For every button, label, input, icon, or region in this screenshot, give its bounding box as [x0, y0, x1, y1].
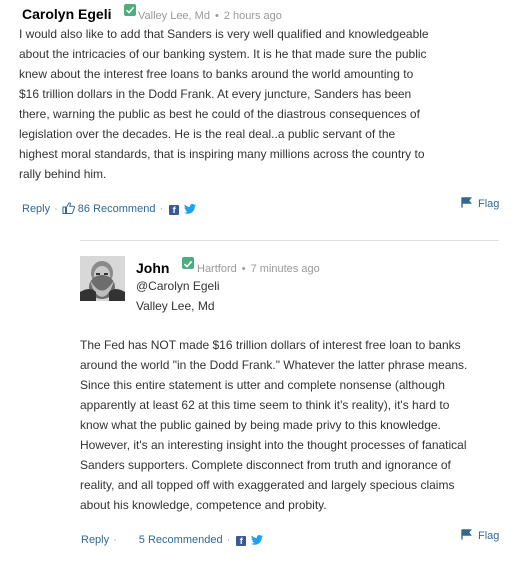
comment-location: Valley Lee, Md — [138, 10, 210, 22]
flag-icon — [461, 197, 472, 208]
recommend-button[interactable]: 86 Recommend — [78, 203, 156, 215]
recommend-button[interactable]: 5 Recommended — [139, 534, 223, 546]
comment-line: I would also like to add that Sanders is… — [19, 27, 429, 41]
comment-line: The Fed has NOT made $16 trillion dollar… — [80, 338, 461, 352]
comment-time: 2 hours ago — [223, 10, 282, 22]
comment-line: about his knowledge, competence and prob… — [80, 498, 327, 512]
reply-to-user[interactable]: @Carolyn Egeli — [136, 279, 220, 293]
comment-author[interactable]: John — [136, 260, 169, 276]
comment-line: about the intricacies of our banking sys… — [19, 47, 427, 61]
comment-line: knew about the interest free loans to ba… — [19, 67, 414, 81]
comment-time: 7 minutes ago — [250, 263, 320, 275]
comment-line: However, it's an interesting insight int… — [80, 438, 467, 452]
meta-separator: • — [214, 10, 219, 22]
comment-meta: Valley Lee, Md • 2 hours ago — [138, 10, 282, 22]
comment-body: The Fed has NOT made $16 trillion dollar… — [80, 335, 500, 515]
comment-line: there, warning the public as best he cou… — [19, 107, 420, 121]
flag-button[interactable]: Flag — [461, 197, 499, 210]
thumbs-up-icon[interactable] — [62, 202, 75, 217]
meta-separator: • — [241, 263, 246, 275]
comment-location: Hartford — [197, 263, 237, 275]
comment-actions: Reply · 86 Recommend · f — [22, 202, 197, 217]
action-separator: · — [226, 534, 231, 546]
comment-author[interactable]: Carolyn Egeli — [22, 6, 111, 22]
comment-line: Since this entire statement is utter and… — [80, 378, 445, 392]
action-separator: · — [113, 534, 117, 546]
comment-line: know what the public gained by being mad… — [80, 418, 441, 432]
comment-line: highest moral standards, that is inspiri… — [19, 147, 425, 161]
verified-check-icon — [182, 257, 194, 269]
action-separator: · — [54, 203, 58, 215]
comment-line: $16 trillion dollars in the Dodd Frank. … — [19, 87, 412, 101]
comment-actions: Reply · 5 Recommended · f — [81, 534, 264, 548]
reply-divider — [80, 240, 499, 241]
reply-button[interactable]: Reply — [22, 203, 50, 215]
flag-icon — [461, 529, 472, 540]
flag-label: Flag — [478, 198, 500, 210]
avatar[interactable] — [80, 256, 125, 301]
reply-to-location: Valley Lee, Md — [136, 299, 215, 313]
twitter-icon[interactable] — [251, 535, 264, 548]
comment-body: I would also like to add that Sanders is… — [19, 24, 459, 184]
comment-line: reality, and all topped off with exagger… — [80, 478, 455, 492]
action-separator: · — [159, 203, 164, 215]
twitter-icon[interactable] — [184, 204, 197, 217]
comment-line: legislation over the decades. He is the … — [19, 127, 396, 141]
reply-button[interactable]: Reply — [81, 534, 109, 546]
flag-label: Flag — [478, 530, 500, 542]
comment-meta: Hartford • 7 minutes ago — [197, 263, 320, 275]
facebook-icon[interactable]: f — [169, 205, 180, 215]
comment-line: rally behind him. — [19, 167, 107, 181]
comment-line: around the world "in the Dodd Frank." Wh… — [80, 358, 468, 372]
flag-button[interactable]: Flag — [461, 529, 499, 542]
comment-line: Sanders supporters. Complete disconnect … — [80, 458, 451, 472]
verified-check-icon — [124, 4, 136, 16]
comment-line: apparently at least 62 at this time seem… — [80, 398, 450, 412]
facebook-icon[interactable]: f — [236, 536, 247, 546]
